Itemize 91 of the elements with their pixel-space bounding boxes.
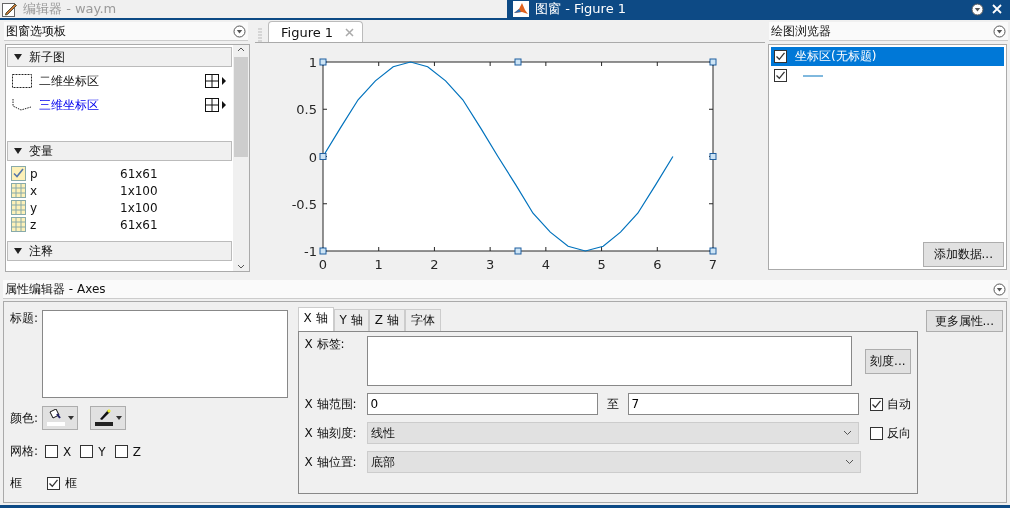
axis-tab[interactable]: 字体 [404,309,441,331]
dropdown-icon[interactable] [233,24,246,38]
line-color-button[interactable] [90,406,127,430]
y-tick-label: 1 [308,55,317,70]
more-properties-button[interactable]: 更多属性... [925,310,1003,332]
chevron-down-icon [844,459,854,465]
dropdown-icon[interactable] [993,24,1006,38]
collapse-icon[interactable] [13,53,23,61]
title-field[interactable] [42,310,289,398]
caret-icon [68,416,75,420]
x-tick-label: 3 [486,257,495,272]
label-field[interactable] [366,336,853,386]
axes-3d-icon [11,98,33,112]
y-tick-label: 0 [308,149,317,165]
section-header[interactable]: 注释 [7,241,232,261]
variable-name[interactable]: x [30,183,116,198]
app-icon [513,1,529,17]
checkbox[interactable] [114,445,128,458]
y-tick-label: 0.5 [296,102,317,118]
ticks-button[interactable]: 刻度... [865,349,911,374]
axis-tab[interactable]: Y 轴 [333,309,369,331]
variable-name[interactable]: p [30,166,116,181]
x-tick-label: 0 [318,257,328,272]
axis-tab[interactable]: Z 轴 [368,309,405,331]
x-tick-label: 6 [653,257,662,272]
variable-size: 1x100 [120,183,158,198]
checkbox-label[interactable]: Y [98,444,106,459]
checkbox-label[interactable]: X [63,444,72,459]
panel-title: 图窗选项板 [6,22,66,40]
section-header[interactable]: 变量 [7,141,232,161]
axes-2d-icon [11,73,33,89]
field-label: X 标签: [304,336,346,353]
checkbox-label[interactable]: 自动 [886,395,911,413]
pen-icon [94,409,115,427]
checkbox[interactable] [774,69,787,82]
subplot-item[interactable]: 三维坐标区 [39,96,199,114]
field-label: X 轴范围: [304,395,358,413]
scale-dropdown[interactable]: 线性 [366,422,859,444]
checkbox[interactable] [869,397,883,411]
variable-name[interactable]: z [30,217,116,232]
checkbox[interactable] [869,426,883,440]
grid-layout-icon[interactable] [205,74,227,88]
checkbox[interactable] [80,445,94,458]
variable-name[interactable]: y [30,200,116,215]
field-label: 至 [605,395,620,413]
checkbox[interactable] [45,445,59,458]
x-tick-label: 1 [374,257,383,272]
add-data-button[interactable]: 添加数据... [922,242,1004,267]
window-title: 图窗 - Figure 1 [535,0,628,18]
window-title: 编辑器 - way.m [23,0,117,18]
checkbox-label[interactable]: 反向 [886,424,911,442]
y-tick-label: -0.5 [291,196,317,212]
field-label: X 轴刻度: [304,424,358,442]
field-label: 网格: [10,443,39,460]
variable-size: 61x61 [120,217,158,232]
x-tick-label: 7 [708,257,718,272]
checkbox[interactable] [47,477,60,490]
checkbox-label[interactable]: Z [132,444,141,459]
x-tick-label: 4 [541,257,550,272]
editor-icon [2,1,17,17]
dropdown-icon[interactable] [993,282,1006,296]
grid-layout-icon[interactable] [205,98,227,112]
panel-title: 绘图浏览器 [771,22,831,40]
chevron-down-icon [842,430,852,436]
menu-icon[interactable] [971,2,984,16]
axis-tab[interactable]: X 轴 [297,307,334,331]
field-label: 框 [10,475,23,492]
variable-size: 1x100 [120,200,158,215]
field-label: X 轴位置: [304,453,358,471]
browser-item[interactable]: 坐标区(无标题) [771,47,1004,66]
scrollbar[interactable] [233,45,249,271]
caret-icon [116,416,123,420]
figure-tab[interactable]: Figure 1 [268,21,364,42]
collapse-icon[interactable] [13,247,23,255]
collapse-icon[interactable] [13,147,23,155]
variable-size: 61x61 [120,166,158,181]
fill-color-button[interactable] [42,406,79,430]
subplot-item[interactable]: 二维坐标区 [39,72,199,90]
x-tick-label: 5 [597,257,606,272]
limit-to-field[interactable]: 7 [627,393,859,415]
limit-from-field[interactable]: 0 [366,393,598,415]
paint-bucket-icon [46,409,67,427]
checkbox-label[interactable]: 框 [65,475,77,492]
x-tick-label: 2 [430,257,439,272]
field-label: 标题: [10,310,39,327]
checkbox[interactable] [774,50,787,63]
location-dropdown[interactable]: 底部 [366,451,861,473]
section-header[interactable]: 新子图 [7,47,232,67]
y-tick-label: -1 [304,244,317,259]
panel-title: 属性编辑器 - Axes [5,280,106,298]
field-label: 颜色: [10,409,39,427]
